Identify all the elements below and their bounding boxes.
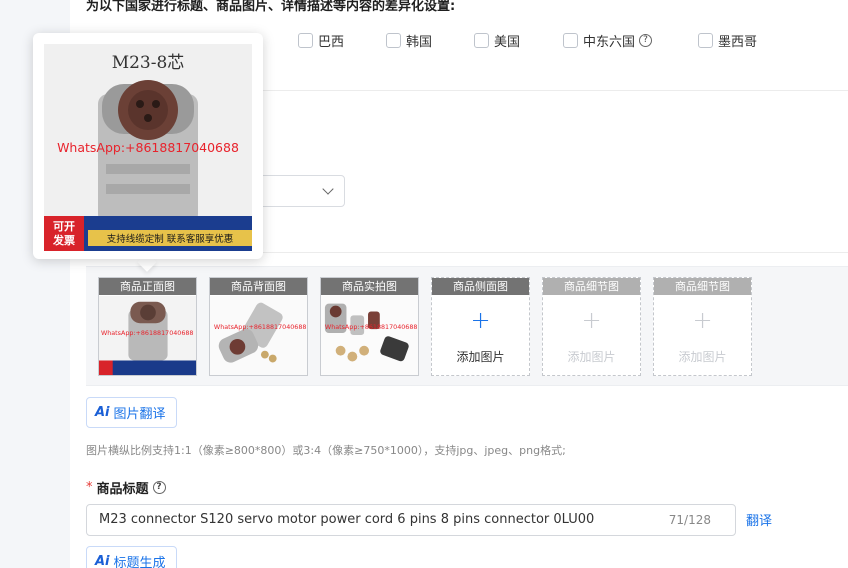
checkbox[interactable] xyxy=(698,33,713,48)
image-format-hint: 图片横纵比例支持1:1（像素≥800*800）或3:4（像素≥750*1000）… xyxy=(86,444,566,457)
add-image-label: 添加图片 xyxy=(567,350,616,364)
checkbox[interactable] xyxy=(386,33,401,48)
thumb-watermark: WhatsApp:+8618817040688 xyxy=(214,324,307,331)
slot-label: 商品侧面图 xyxy=(432,278,529,295)
country-option-brazil[interactable]: 巴西 xyxy=(298,31,344,50)
image-slot-real[interactable]: WhatsApp:+8618817040688 商品实拍图 xyxy=(320,277,419,376)
plus-icon: + xyxy=(470,306,491,334)
title-generate-label: 标题生成 xyxy=(113,556,166,568)
slot-label: 商品正面图 xyxy=(99,278,196,295)
country-label: 巴西 xyxy=(318,35,345,50)
country-option-usa[interactable]: 美国 xyxy=(474,31,520,50)
title-generate-button[interactable]: Ai 标题生成 xyxy=(86,546,177,568)
country-label: 中东六国 xyxy=(583,35,636,50)
country-option-korea[interactable]: 韩国 xyxy=(386,31,432,50)
slot-label: 商品细节图 xyxy=(654,278,751,295)
preview-image: M23-8芯 WhatsApp:+8618817040688 可开 发票 支持线… xyxy=(44,44,252,251)
preview-banner-text: 支持线缆定制 联系客服享优惠 xyxy=(107,233,234,245)
country-option-middle-east[interactable]: 中东六国 ? xyxy=(563,31,653,50)
dropdown-select[interactable] xyxy=(250,175,345,207)
product-thumbnail: WhatsApp:+8618817040688 xyxy=(99,295,196,375)
thumb-watermark: WhatsApp:+8618817040688 xyxy=(325,324,418,331)
image-preview-popover: M23-8芯 WhatsApp:+8618817040688 可开 发票 支持线… xyxy=(33,33,263,259)
plus-icon: + xyxy=(692,306,713,334)
invoice-badge-line2: 发票 xyxy=(52,233,75,247)
product-thumbnail: WhatsApp:+8618817040688 xyxy=(321,295,418,375)
checkbox[interactable] xyxy=(298,33,313,48)
title-field-label: * 商品标题 ? xyxy=(86,478,166,497)
title-label-text: 商品标题 xyxy=(96,482,149,497)
image-slot-side[interactable]: 商品侧面图 + 添加图片 xyxy=(431,277,530,376)
chevron-down-icon xyxy=(322,183,334,195)
image-slot-back[interactable]: WhatsApp:+8618817040688 商品背面图 xyxy=(209,277,308,376)
slot-label: 商品细节图 xyxy=(543,278,640,295)
country-option-mexico[interactable]: 墨西哥 xyxy=(698,31,757,50)
add-image-label: 添加图片 xyxy=(678,350,727,364)
plus-icon: + xyxy=(581,306,602,334)
ai-icon: Ai xyxy=(95,405,110,420)
ai-icon: Ai xyxy=(95,554,110,568)
country-settings-heading: 为以下国家进行标题、商品图片、详情描述等内容的差异化设置: xyxy=(86,0,456,14)
country-label: 墨西哥 xyxy=(718,35,758,50)
invoice-badge-line1: 可开 xyxy=(53,220,75,233)
required-mark: * xyxy=(86,480,93,495)
country-label: 美国 xyxy=(494,35,521,50)
product-thumbnail: WhatsApp:+8618817040688 xyxy=(210,295,307,375)
preview-product-title: M23-8芯 xyxy=(112,53,185,73)
add-image-label: 添加图片 xyxy=(456,350,505,364)
image-translate-label: 图片翻译 xyxy=(113,407,166,422)
question-circle-icon[interactable]: ? xyxy=(152,481,166,494)
image-slot-detail-1[interactable]: 商品细节图 + 添加图片 xyxy=(542,277,641,376)
preview-watermark: WhatsApp:+8618817040688 xyxy=(57,140,239,155)
country-label: 韩国 xyxy=(406,35,433,50)
image-slot-detail-2[interactable]: 商品细节图 + 添加图片 xyxy=(653,277,752,376)
thumb-watermark: WhatsApp:+8618817040688 xyxy=(101,330,194,337)
checkbox[interactable] xyxy=(474,33,489,48)
checkbox[interactable] xyxy=(563,33,578,48)
image-translate-button[interactable]: Ai 图片翻译 xyxy=(86,397,177,428)
title-translate-link[interactable]: 翻译 xyxy=(746,510,772,529)
product-title-value: M23 connector S120 servo motor power cor… xyxy=(99,512,595,527)
title-char-counter: 71/128 xyxy=(668,513,711,527)
image-slot-front[interactable]: WhatsApp:+8618817040688 商品正面图 xyxy=(98,277,197,376)
question-circle-icon[interactable]: ? xyxy=(639,34,653,47)
slot-label: 商品背面图 xyxy=(210,278,307,295)
product-title-input[interactable]: M23 connector S120 servo motor power cor… xyxy=(86,504,736,536)
slot-label: 商品实拍图 xyxy=(321,278,418,295)
